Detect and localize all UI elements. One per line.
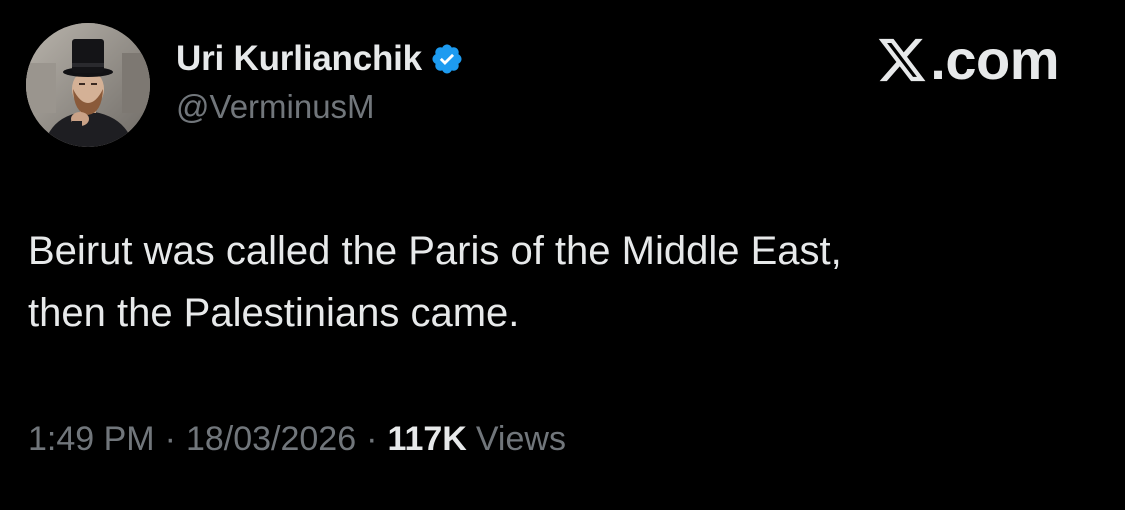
avatar-photo: [26, 23, 150, 147]
author-handle[interactable]: @VerminusM: [176, 88, 375, 126]
brand-mark: .com: [876, 28, 1059, 92]
tweet-meta: 1:49 PM · 18/03/2026 · 117K Views: [28, 420, 566, 459]
tweet-time[interactable]: 1:49 PM: [28, 420, 155, 459]
verified-badge-icon: [430, 42, 464, 76]
author-display-name[interactable]: Uri Kurlianchik: [176, 39, 422, 79]
author-name-row: Uri Kurlianchik: [176, 36, 464, 82]
tweet-date[interactable]: 18/03/2026: [186, 420, 356, 459]
brand-domain-text: .com: [930, 28, 1059, 91]
views-label: Views: [475, 420, 566, 458]
meta-separator: ·: [164, 420, 176, 458]
meta-separator: ·: [366, 420, 378, 458]
avatar[interactable]: [26, 23, 150, 147]
tweet-text: Beirut was called the Paris of the Middl…: [28, 229, 842, 335]
x-logo-icon: [876, 34, 928, 86]
tweet-screenshot: Uri Kurlianchik @VerminusM .com Beirut w…: [0, 0, 1125, 510]
views-count[interactable]: 117K: [387, 420, 466, 459]
